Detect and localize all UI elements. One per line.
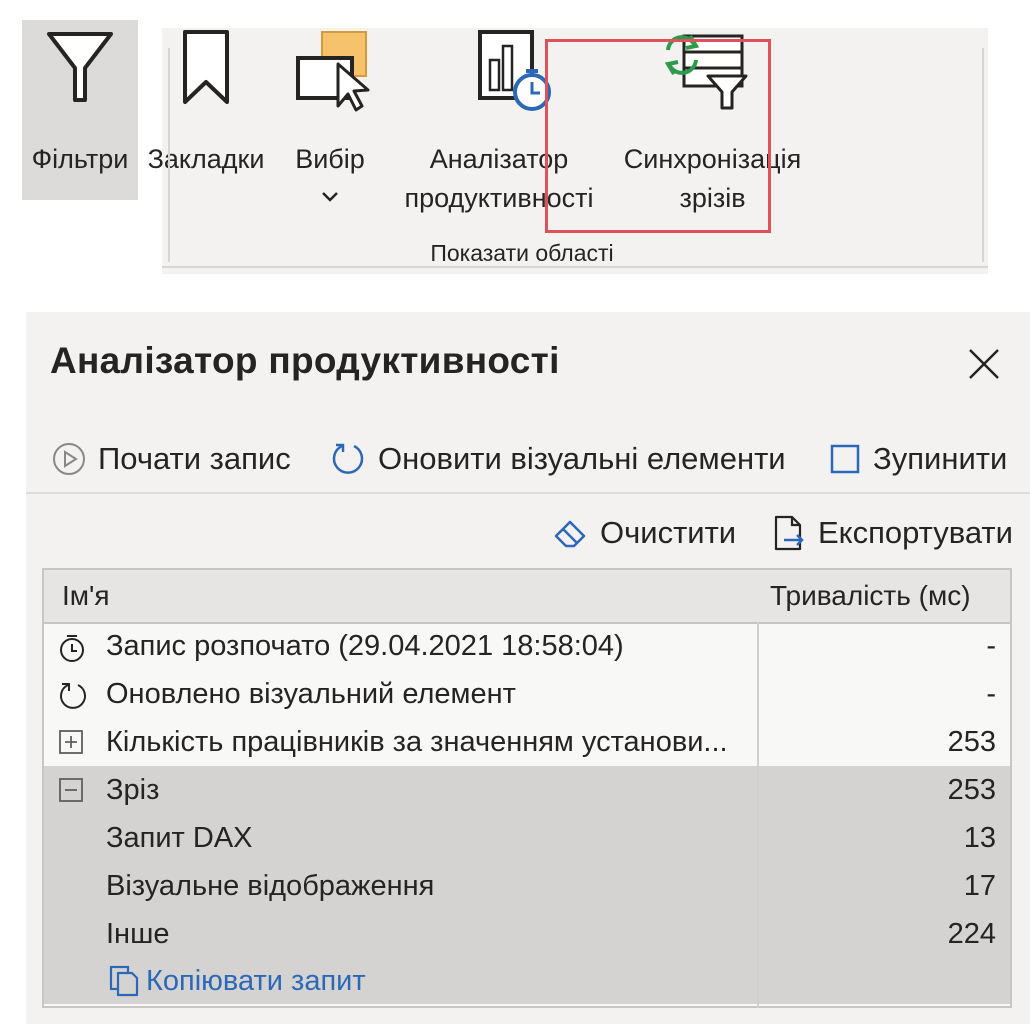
refresh-icon (60, 683, 86, 709)
export-button[interactable]: Експортувати (772, 510, 1013, 556)
row-duration: 253 (947, 726, 996, 758)
chevron-down-icon (322, 192, 338, 202)
table-row[interactable]: Запис розпочато (29.04.2021 18:58:04) - (44, 622, 1010, 670)
bookmarks-pane-button[interactable]: Закладки (142, 20, 270, 200)
row-duration: 13 (963, 822, 996, 854)
stop-square-icon (830, 444, 860, 474)
column-header-duration[interactable]: Тривалість (мс) (770, 580, 971, 612)
ribbon-group-left-separator (168, 48, 170, 262)
row-duration: 224 (947, 918, 996, 950)
copy-query-label: Копіювати запит (146, 964, 366, 997)
row-duration: - (986, 678, 996, 710)
pane-title: Аналізатор продуктивності (50, 340, 560, 381)
start-recording-button[interactable]: Почати запис (52, 436, 291, 482)
row-duration: - (986, 630, 996, 662)
toolbar-divider (26, 492, 1030, 494)
table-row-selected[interactable]: Запит DAX 13 (44, 814, 1010, 862)
ribbon-bottom-border (162, 266, 988, 268)
bookmark-icon (183, 30, 229, 104)
start-recording-label: Почати запис (98, 441, 291, 476)
table-row[interactable]: Оновлено візуальний елемент - (44, 670, 1010, 718)
row-duration: 17 (963, 870, 996, 902)
table-row[interactable]: Кількість працівників за значенням устан… (44, 718, 1010, 766)
ribbon-group-label: Показати області (430, 240, 614, 266)
selection-pane-button[interactable]: Вибір (280, 20, 380, 202)
stop-button[interactable]: Зупинити (829, 436, 1007, 482)
clear-label: Очистити (600, 515, 737, 550)
copy-query-row: Копіювати запит (44, 958, 1010, 1004)
selection-label: Вибір (295, 144, 365, 174)
performance-analyzer-highlight-box (545, 39, 771, 233)
export-label: Експортувати (818, 515, 1013, 550)
eraser-icon (554, 520, 586, 548)
expand-plus-icon[interactable] (58, 729, 84, 755)
close-icon[interactable] (966, 346, 1002, 382)
refresh-icon (332, 443, 364, 474)
table-row-selected[interactable]: Зріз 253 (44, 766, 1010, 814)
copy-icon (109, 965, 139, 997)
stopwatch-icon (60, 635, 84, 662)
refresh-visuals-label: Оновити візуальні елементи (378, 441, 786, 476)
ribbon-group-right-separator (982, 48, 984, 262)
row-name: Візуальне відображення (106, 870, 435, 902)
export-document-icon (774, 515, 804, 551)
row-name: Інше (106, 918, 170, 950)
copy-query-link[interactable]: Копіювати запит (108, 964, 366, 998)
row-duration: 253 (947, 774, 996, 806)
row-name: Запис розпочато (29.04.2021 18:58:04) (106, 630, 624, 662)
column-separator (757, 622, 759, 1008)
row-name: Зріз (106, 774, 160, 806)
row-name: Оновлено візуальний елемент (106, 678, 516, 710)
column-header-name[interactable]: Ім'я (62, 580, 110, 612)
collapse-minus-icon[interactable] (58, 777, 84, 803)
stop-label: Зупинити (873, 441, 1008, 476)
table-row-selected[interactable]: Інше 224 (44, 910, 1010, 958)
row-name: Запит DAX (106, 822, 253, 854)
refresh-visuals-button[interactable]: Оновити візуальні елементи (330, 436, 786, 482)
filters-pane-button[interactable]: Фільтри (22, 20, 138, 200)
play-circle-icon (53, 443, 85, 475)
filters-label: Фільтри (31, 144, 129, 174)
row-name: Кількість працівників за значенням устан… (106, 726, 728, 758)
bookmarks-label: Закладки (147, 144, 265, 174)
filter-icon (47, 32, 113, 102)
selection-cursor-icon (296, 31, 370, 112)
clear-button[interactable]: Очистити (552, 510, 736, 556)
table-row-selected[interactable]: Візуальне відображення 17 (44, 862, 1010, 910)
